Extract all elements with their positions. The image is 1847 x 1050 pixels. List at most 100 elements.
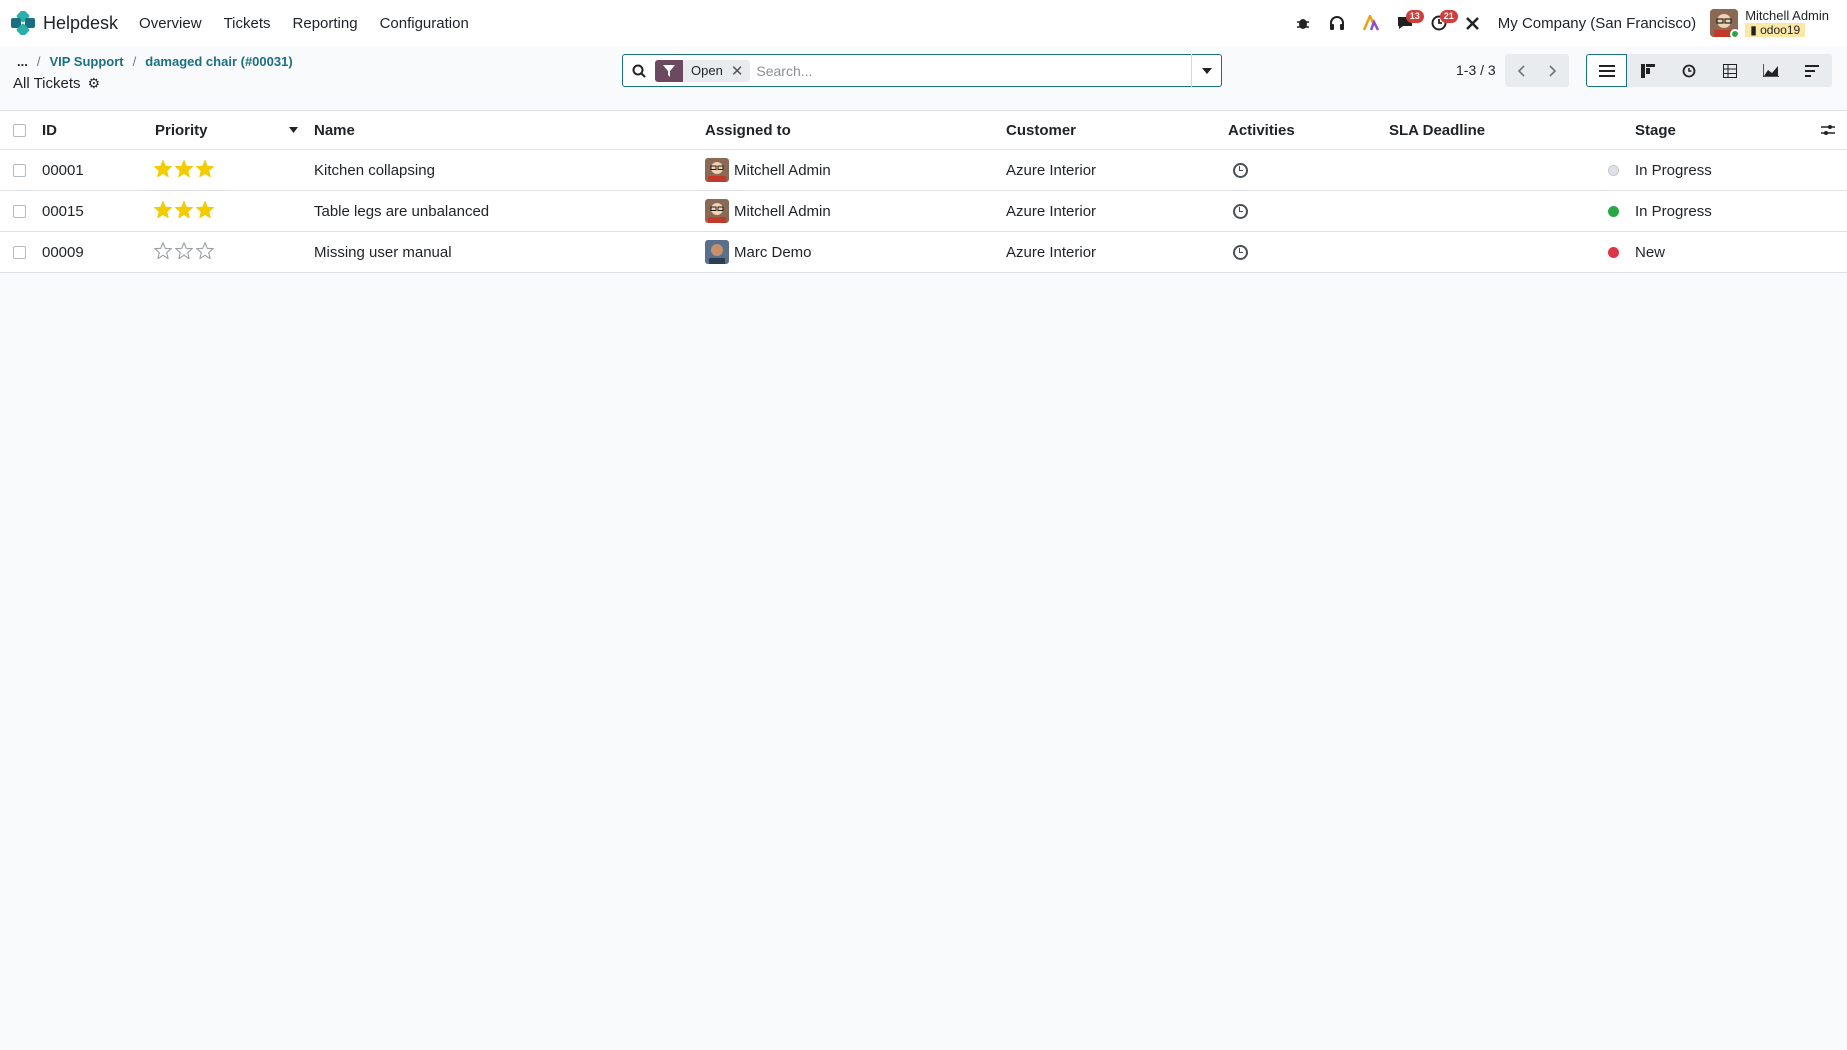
user-name: Mitchell Admin (1745, 8, 1829, 23)
database-icon: ▮ (1750, 23, 1761, 37)
ticket-name: Table legs are unbalanced (314, 202, 490, 220)
assignee-name: Mitchell Admin (734, 161, 831, 179)
search-facet-open: Open ✕ (655, 59, 751, 82)
table-row[interactable]: 00009 Missing user manual Marc Demo Azur… (0, 232, 1847, 273)
assigned-user[interactable]: Mitchell Admin (705, 191, 831, 231)
view-kanban-button[interactable] (1627, 54, 1668, 87)
priority-stars[interactable] (153, 191, 215, 231)
ticket-stage: In Progress (1635, 161, 1712, 179)
facet-remove-icon[interactable]: ✕ (731, 62, 751, 80)
table-row[interactable]: 00015 Table legs are unbalanced Mitchell… (0, 191, 1847, 232)
search-options-toggle[interactable] (1191, 54, 1221, 87)
view-switcher (1586, 54, 1832, 87)
breadcrumb-ellipsis[interactable]: ... (17, 54, 28, 69)
ticket-stage: New (1635, 243, 1666, 261)
user-menu[interactable]: Mitchell Admin ▮ odoo19 (1710, 9, 1829, 37)
assigned-user[interactable]: Marc Demo (705, 232, 812, 272)
priority-stars[interactable] (153, 232, 215, 272)
priority-stars[interactable] (153, 150, 215, 190)
priority-star-icon[interactable] (174, 158, 194, 181)
chevron-right-icon (1549, 64, 1557, 77)
ticket-id: 00001 (42, 161, 84, 179)
headset-icon[interactable] (1320, 0, 1354, 46)
breadcrumb-item-vip-support[interactable]: VIP Support (49, 54, 123, 69)
tools-icon[interactable] (1456, 0, 1490, 46)
column-header-stage[interactable]: Stage (1635, 111, 1676, 149)
activity-clock-icon[interactable] (1233, 191, 1248, 231)
pivot-view-icon (1722, 63, 1737, 78)
assignee-name: Mitchell Admin (734, 202, 831, 220)
view-graph-button[interactable] (1750, 54, 1791, 87)
priority-star-icon[interactable] (153, 158, 173, 181)
assignee-avatar (705, 240, 729, 264)
priority-star-icon[interactable] (195, 199, 215, 222)
view-activity-button[interactable] (1668, 54, 1709, 87)
column-header-id[interactable]: ID (42, 111, 57, 149)
view-list-button[interactable] (1586, 54, 1627, 87)
page-title: All Tickets ⚙ (13, 75, 100, 92)
menu-item-overview[interactable]: Overview (139, 15, 202, 32)
column-header-sla[interactable]: SLA Deadline (1389, 111, 1485, 149)
ai-icon[interactable] (1354, 0, 1388, 46)
main-menu: Overview Tickets Reporting Configuration (139, 15, 491, 32)
breadcrumb: ... / VIP Support / damaged chair (#0003… (17, 54, 293, 69)
page-title-text: All Tickets (13, 75, 81, 92)
menu-item-reporting[interactable]: Reporting (293, 15, 358, 32)
app-brand[interactable]: Helpdesk (11, 9, 118, 37)
gear-icon[interactable]: ⚙ (88, 75, 101, 92)
assigned-user[interactable]: Mitchell Admin (705, 150, 831, 190)
assignee-avatar (705, 158, 729, 182)
menu-item-tickets[interactable]: Tickets (224, 15, 271, 32)
column-header-assigned[interactable]: Assigned to (705, 111, 791, 149)
optional-columns-icon[interactable] (1821, 111, 1835, 149)
row-checkbox[interactable] (13, 245, 26, 259)
priority-star-icon[interactable] (153, 199, 173, 222)
column-header-activities[interactable]: Activities (1228, 111, 1295, 149)
priority-star-icon[interactable] (153, 240, 173, 263)
select-all-checkbox[interactable] (13, 123, 26, 137)
company-switcher[interactable]: My Company (San Francisco) (1498, 15, 1696, 32)
pager-value[interactable]: 1-3 / 3 (1456, 62, 1496, 78)
list-view-icon (1598, 64, 1615, 77)
bug-icon[interactable] (1286, 0, 1320, 46)
menu-item-configuration[interactable]: Configuration (380, 15, 469, 32)
column-header-priority[interactable]: Priority (155, 111, 208, 149)
column-header-name[interactable]: Name (314, 111, 355, 149)
customer-name: Azure Interior (1006, 161, 1097, 179)
pager-next-button[interactable] (1537, 54, 1569, 87)
row-checkbox[interactable] (13, 204, 26, 218)
ticket-id: 00009 (42, 243, 84, 261)
kanban-state-dot[interactable] (1608, 232, 1619, 272)
clock-icon[interactable]: 21 (1422, 0, 1458, 46)
filter-icon (655, 59, 683, 82)
kanban-view-icon (1640, 63, 1655, 78)
search-bar: Open ✕ (622, 54, 1222, 87)
priority-star-icon[interactable] (174, 199, 194, 222)
assignee-avatar (705, 199, 729, 223)
kanban-state-dot[interactable] (1608, 150, 1619, 190)
table-row[interactable]: 00001 Kitchen collapsing Mitchell Admin … (0, 150, 1847, 191)
row-checkbox[interactable] (13, 163, 26, 177)
breadcrumb-item-ticket[interactable]: damaged chair (#00031) (145, 54, 292, 69)
kanban-state-dot[interactable] (1608, 191, 1619, 231)
customer-name: Azure Interior (1006, 202, 1097, 220)
search-icon[interactable] (623, 64, 655, 78)
chat-icon[interactable]: 13 (1388, 0, 1424, 46)
caret-down-icon (1201, 67, 1212, 74)
priority-star-icon[interactable] (174, 240, 194, 263)
table-header: ID Priority Name Assigned to Customer Ac… (0, 111, 1847, 150)
activity-clock-icon[interactable] (1233, 232, 1248, 272)
view-pivot-button[interactable] (1709, 54, 1750, 87)
view-cohort-button[interactable] (1791, 54, 1832, 87)
assignee-name: Marc Demo (734, 243, 812, 261)
priority-star-icon[interactable] (195, 158, 215, 181)
activity-clock-icon[interactable] (1233, 150, 1248, 190)
sort-descending-icon (289, 111, 298, 149)
ticket-name: Kitchen collapsing (314, 161, 435, 179)
pager-previous-button[interactable] (1505, 54, 1537, 87)
ticket-id: 00015 (42, 202, 84, 220)
priority-star-icon[interactable] (195, 240, 215, 263)
systray: 13 21 My Company (San Francisco) Mitchel… (1286, 0, 1847, 46)
search-input[interactable] (756, 56, 1191, 85)
column-header-customer[interactable]: Customer (1006, 111, 1076, 149)
